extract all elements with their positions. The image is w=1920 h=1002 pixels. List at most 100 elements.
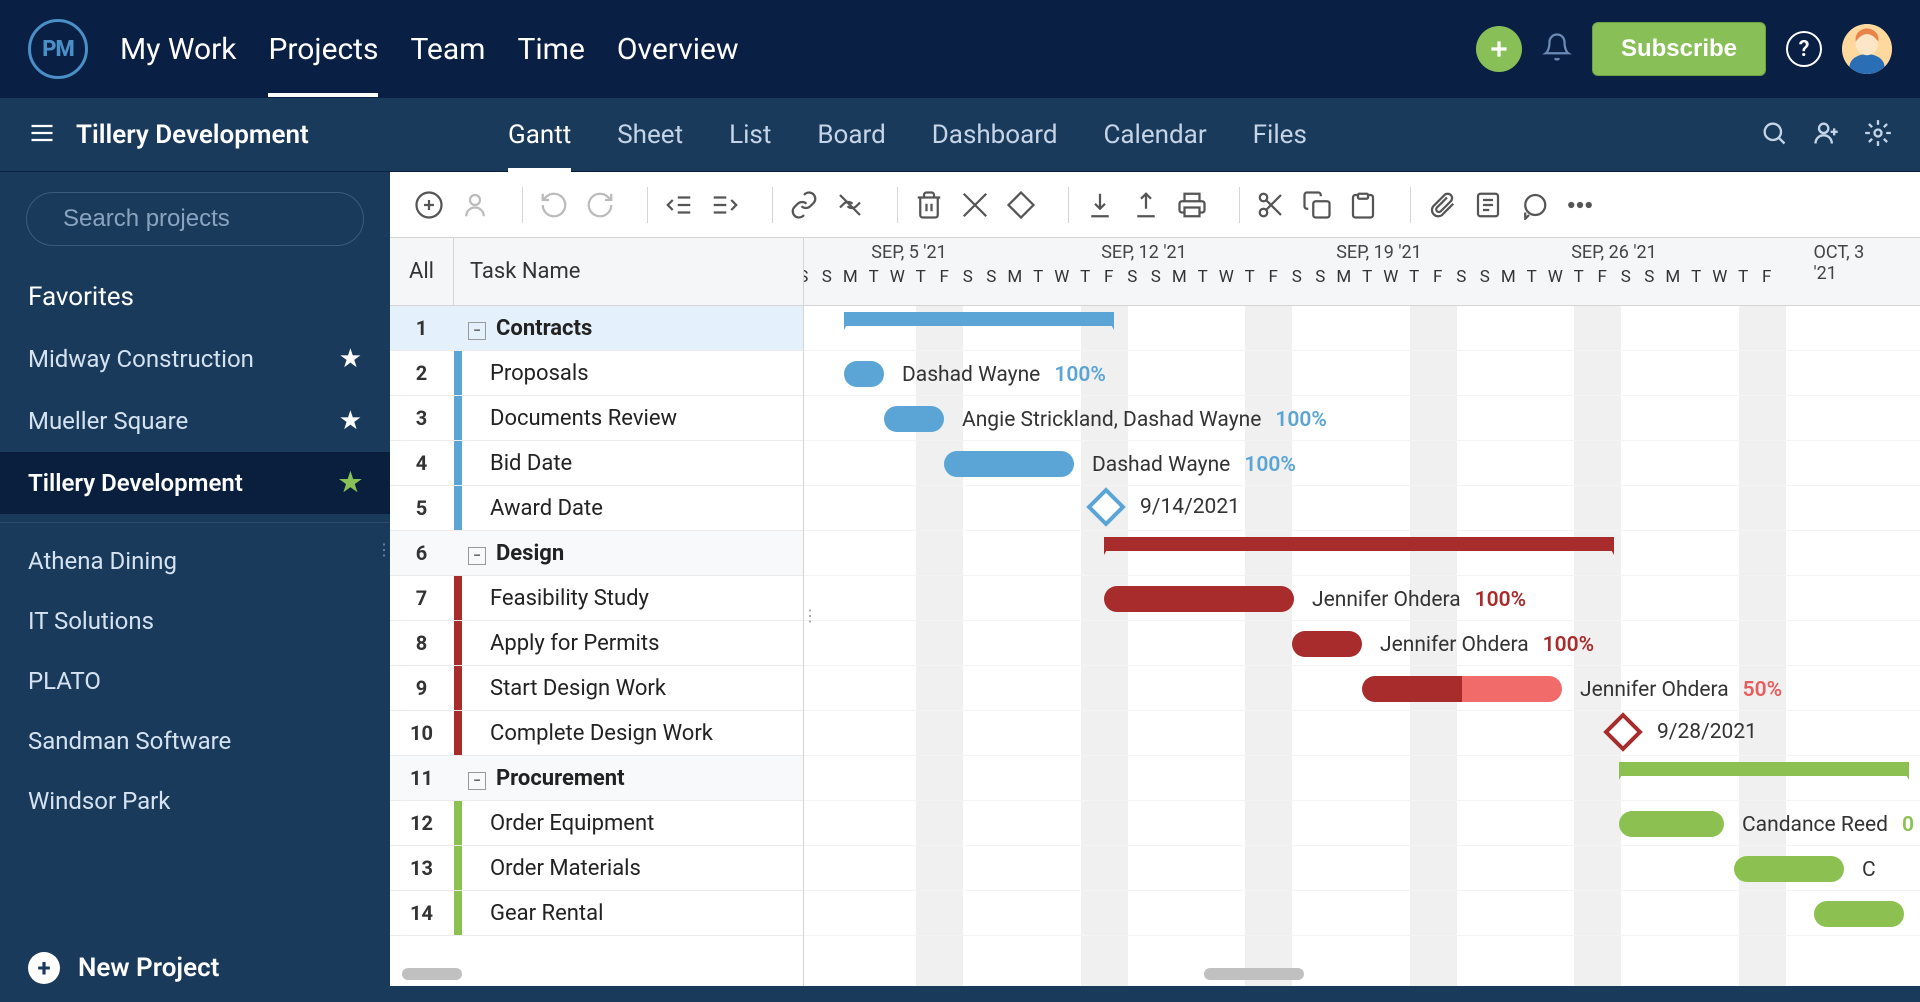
tab-list[interactable]: List [729,98,771,172]
cut-icon[interactable] [1256,190,1286,220]
import-icon[interactable] [1085,190,1115,220]
redo-icon[interactable] [585,190,615,220]
search-projects[interactable] [26,192,364,246]
paste-icon[interactable] [1348,190,1378,220]
search-icon[interactable] [1760,119,1788,151]
tab-files[interactable]: Files [1253,98,1307,172]
sidebar-item-mueller-square[interactable]: Mueller Square★ [0,390,390,452]
print-icon[interactable] [1177,190,1207,220]
task-row[interactable]: 4Bid Date [390,441,803,486]
indent-icon[interactable] [710,190,740,220]
copy-icon[interactable] [1302,190,1332,220]
menu-icon[interactable] [28,119,56,151]
task-row[interactable]: 9Start Design Work [390,666,803,711]
day-label: S [815,267,839,305]
search-input[interactable] [63,205,373,233]
sidebar-item-it-solutions[interactable]: IT Solutions [0,591,390,651]
unlink-icon[interactable] [835,190,865,220]
task-row[interactable]: 8Apply for Permits [390,621,803,666]
task-row[interactable]: 6−Design [390,531,803,576]
new-project-button[interactable]: + New Project [0,934,390,1002]
task-bar[interactable] [1814,901,1904,927]
tab-dashboard[interactable]: Dashboard [932,98,1058,172]
subscribe-button[interactable]: Subscribe [1592,22,1766,76]
sidebar-item-sandman-software[interactable]: Sandman Software [0,711,390,771]
task-bar[interactable]: Jennifer Ohdera100% [1104,586,1294,612]
undo-icon[interactable] [539,190,569,220]
link-icon[interactable] [789,190,819,220]
add-user-icon[interactable] [1812,119,1840,151]
sidebar-item-midway-construction[interactable]: Midway Construction★ [0,328,390,390]
task-row[interactable]: 14Gear Rental [390,891,803,936]
task-row[interactable]: 1−Contracts [390,306,803,351]
milestone[interactable] [1603,712,1643,752]
chart-panel[interactable]: ⋮ SEP, 5 '21SEP, 12 '21SEP, 19 '21SEP, 2… [804,238,1920,986]
export-icon[interactable] [1131,190,1161,220]
open-icon[interactable] [960,190,990,220]
settings-icon[interactable] [1864,119,1892,151]
task-row[interactable]: 13Order Materials [390,846,803,891]
task-row[interactable]: 11−Procurement [390,756,803,801]
assign-icon[interactable] [460,190,490,220]
milestone[interactable] [1086,487,1126,527]
task-bar[interactable]: C [1734,856,1844,882]
topnav-time[interactable]: Time [517,2,584,97]
task-name: Complete Design Work [462,721,803,746]
task-header-all[interactable]: All [390,238,454,305]
task-bar[interactable]: Jennifer Ohdera50% [1362,676,1562,702]
summary-bar[interactable] [844,312,1114,326]
task-row[interactable]: 5Award Date [390,486,803,531]
add-task-icon[interactable] [414,190,444,220]
logo[interactable]: PM [28,19,88,79]
summary-bar[interactable] [1619,762,1909,776]
panel-resize-handle[interactable]: ⋮ [804,606,818,625]
topnav-team[interactable]: Team [410,2,485,97]
delete-icon[interactable] [914,190,944,220]
help-icon[interactable]: ? [1786,31,1822,67]
user-avatar[interactable] [1842,24,1892,74]
tab-gantt[interactable]: Gantt [508,98,571,172]
tab-calendar[interactable]: Calendar [1103,98,1206,172]
collapse-icon[interactable]: − [468,322,486,340]
comment-icon[interactable] [1519,190,1549,220]
notifications-icon[interactable] [1542,32,1572,66]
tab-board[interactable]: Board [817,98,885,172]
task-bar[interactable]: Dashad Wayne100% [944,451,1074,477]
task-row[interactable]: 12Order Equipment [390,801,803,846]
sidebar-item-plato[interactable]: PLATO [0,651,390,711]
attachment-icon[interactable] [1427,190,1457,220]
notes-icon[interactable] [1473,190,1503,220]
star-icon[interactable]: ★ [339,344,362,374]
task-row[interactable]: 3Documents Review [390,396,803,441]
global-add-button[interactable] [1476,26,1522,72]
task-scroll-thumb[interactable] [402,968,462,980]
topnav-projects[interactable]: Projects [268,2,378,97]
sidebar-item-athena-dining[interactable]: Athena Dining [0,531,390,591]
chart-body[interactable]: Dashad Wayne100%Angie Strickland, Dashad… [804,306,1920,986]
diamond-icon[interactable] [1006,190,1036,220]
collapse-icon[interactable]: − [468,547,486,565]
task-row[interactable]: 2Proposals [390,351,803,396]
task-row[interactable]: 7Feasibility Study [390,576,803,621]
task-bar[interactable]: Dashad Wayne100% [844,361,884,387]
sidebar-item-tillery-development[interactable]: Tillery Development★ [0,452,390,514]
topnav-overview[interactable]: Overview [617,2,739,97]
task-header-name[interactable]: Task Name [454,238,803,305]
chart-row: 9/28/2021 [804,711,1920,756]
outdent-icon[interactable] [664,190,694,220]
task-row[interactable]: 10Complete Design Work [390,711,803,756]
day-label: M [1332,267,1356,305]
chart-scroll-thumb[interactable] [1204,968,1304,980]
star-icon[interactable]: ★ [339,406,362,436]
bar-percent: 100% [1275,408,1327,432]
tab-sheet[interactable]: Sheet [617,98,683,172]
task-bar[interactable]: Jennifer Ohdera100% [1292,631,1362,657]
sidebar-item-windsor-park[interactable]: Windsor Park [0,771,390,831]
task-bar[interactable]: Angie Strickland, Dashad Wayne100% [884,406,944,432]
summary-bar[interactable] [1104,537,1614,551]
more-icon[interactable] [1565,190,1595,220]
star-icon[interactable]: ★ [339,468,362,498]
topnav-my-work[interactable]: My Work [120,2,236,97]
task-bar[interactable]: Candance Reed0 [1619,811,1724,837]
collapse-icon[interactable]: − [468,772,486,790]
